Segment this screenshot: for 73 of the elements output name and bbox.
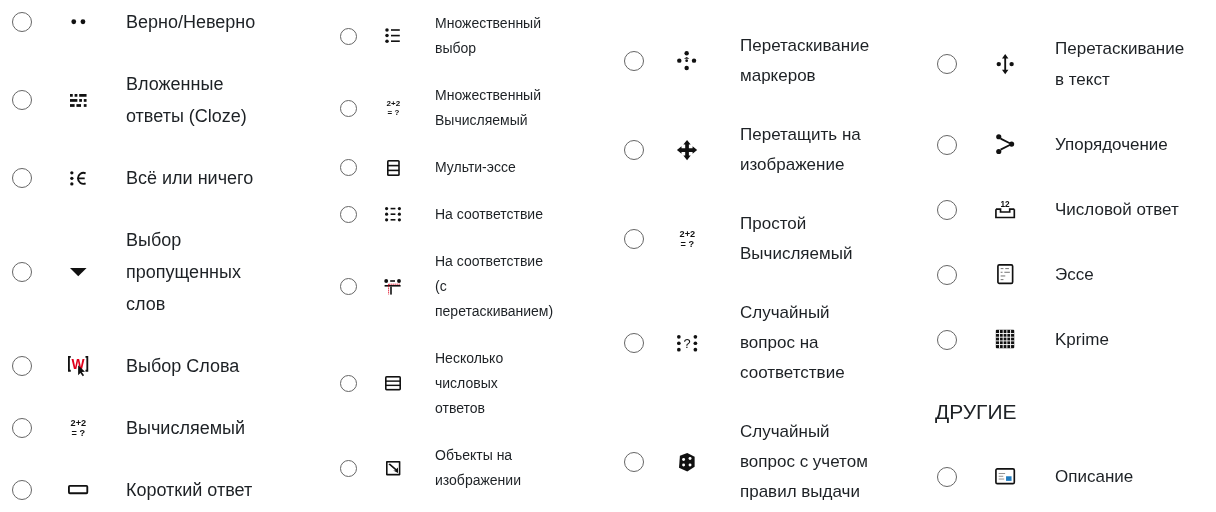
radio-button[interactable] bbox=[624, 140, 644, 160]
ordering-icon bbox=[995, 134, 1015, 155]
stacked-form-icon bbox=[386, 159, 400, 176]
option-label[interactable]: Верно/Неверно bbox=[126, 6, 256, 38]
input-box-icon bbox=[67, 485, 89, 495]
radio-button[interactable] bbox=[340, 99, 357, 117]
radio-button[interactable] bbox=[937, 134, 957, 155]
option-label[interactable]: На соответствие (с перетаскиванием) bbox=[435, 249, 554, 324]
option-label[interactable]: Множественный Вычисляемый bbox=[435, 83, 541, 133]
radio-button[interactable] bbox=[624, 229, 644, 249]
radio-button[interactable] bbox=[340, 459, 357, 477]
option-label[interactable]: Множественный выбор bbox=[435, 11, 541, 61]
radio-button[interactable] bbox=[624, 333, 644, 353]
option-label[interactable]: Перетаскивание в текст bbox=[1055, 33, 1185, 95]
radio-button[interactable] bbox=[12, 90, 32, 110]
radio-button[interactable] bbox=[12, 12, 32, 32]
radio-button[interactable] bbox=[937, 329, 957, 350]
option-label[interactable]: Kprime bbox=[1055, 324, 1109, 355]
radio-button[interactable] bbox=[937, 466, 957, 487]
option-label[interactable]: Перетащить на изображение bbox=[740, 120, 861, 180]
option-label[interactable]: Всё или ничего bbox=[126, 162, 254, 194]
rows-icon bbox=[385, 376, 401, 391]
option-label[interactable]: Выбор пропущенных слов bbox=[126, 224, 241, 320]
option-label[interactable]: Простой Вычисляемый bbox=[740, 209, 853, 269]
option-label[interactable]: Короткий ответ bbox=[126, 474, 253, 506]
option-label[interactable]: Случайный вопрос на соответствие bbox=[740, 298, 845, 388]
image-icon bbox=[385, 460, 401, 476]
drag-match-icon bbox=[383, 276, 403, 297]
radio-button[interactable] bbox=[12, 168, 32, 188]
vertical-move-icon bbox=[995, 53, 1015, 75]
section-heading: ДРУГИЕ bbox=[935, 399, 1018, 425]
option-label[interactable]: Несколько числовых ответов bbox=[435, 346, 504, 421]
radio-button[interactable] bbox=[12, 480, 32, 500]
dice-icon bbox=[679, 452, 695, 472]
radio-button[interactable] bbox=[624, 452, 644, 472]
sum-icon: 2+2 = ? bbox=[679, 229, 695, 249]
option-label[interactable]: Эссе bbox=[1055, 259, 1094, 290]
element-of-icon bbox=[69, 170, 87, 186]
radio-button[interactable] bbox=[937, 199, 957, 220]
radio-button[interactable] bbox=[624, 51, 644, 71]
radio-button[interactable] bbox=[340, 206, 357, 223]
sum-icon: 2+2 = ? bbox=[386, 100, 400, 116]
list-icon bbox=[385, 28, 401, 44]
option-label[interactable]: Случайный вопрос с учетом правил выдачи bbox=[740, 417, 868, 507]
radio-button[interactable] bbox=[340, 278, 357, 295]
option-label[interactable]: Вложенные ответы (Cloze) bbox=[126, 68, 247, 132]
option-label[interactable]: Перетаскивание маркеров bbox=[740, 31, 870, 91]
grid-icon bbox=[993, 328, 1017, 351]
option-label[interactable]: На соответствие bbox=[435, 202, 543, 227]
dashes-icon bbox=[69, 93, 87, 107]
radio-button[interactable] bbox=[12, 418, 32, 438]
option-label[interactable]: Вычисляемый bbox=[126, 412, 245, 444]
option-label[interactable]: Описание bbox=[1055, 461, 1134, 492]
option-label[interactable]: Мульти-эссе bbox=[435, 155, 516, 180]
option-label[interactable]: Числовой ответ bbox=[1055, 194, 1179, 225]
radio-button[interactable] bbox=[340, 159, 357, 176]
radio-button[interactable] bbox=[12, 262, 32, 282]
document-icon bbox=[996, 264, 1014, 285]
option-label[interactable]: Объекты на изображении bbox=[435, 443, 521, 493]
dots-move-icon bbox=[677, 51, 697, 71]
dot-pairs-icon bbox=[385, 207, 401, 222]
two-dots-icon bbox=[70, 19, 86, 25]
radio-button[interactable] bbox=[340, 27, 357, 45]
sum-icon: 2+2 = ? bbox=[70, 418, 86, 438]
dropdown-triangle-icon bbox=[69, 267, 87, 277]
radio-button[interactable] bbox=[937, 54, 957, 74]
option-label[interactable]: Упорядочение bbox=[1055, 129, 1168, 160]
radio-button[interactable] bbox=[340, 375, 357, 392]
move-cross-icon bbox=[675, 138, 699, 162]
option-label[interactable]: Выбор Слова bbox=[126, 350, 240, 382]
radio-button[interactable] bbox=[12, 356, 32, 376]
radio-button[interactable] bbox=[937, 264, 957, 285]
card-icon bbox=[994, 468, 1016, 485]
